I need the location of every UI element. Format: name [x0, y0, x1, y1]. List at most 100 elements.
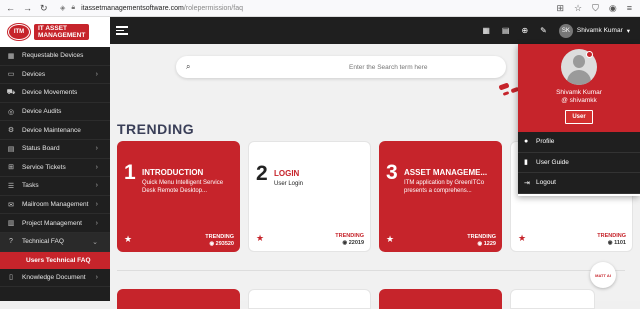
trending-label: TRENDING: [205, 234, 234, 240]
trending-label: TRENDING: [597, 233, 626, 239]
dropdown-item-profile[interactable]: ● Profile: [518, 132, 640, 153]
sidebar-subitem-users-technical-faq[interactable]: Users Technical FAQ: [0, 251, 110, 269]
globe-icon[interactable]: ⊕: [521, 26, 528, 35]
star-icon[interactable]: ★: [518, 233, 526, 244]
top-navbar: ▦ ▤ ⊕ ✎ SK Shivamk Kumar ▾: [110, 17, 640, 44]
chatbot-button[interactable]: MATT AI: [590, 262, 616, 288]
logo-line2: MANAGEMENT: [38, 32, 86, 39]
sidebar-item-knowledge-document[interactable]: ▯ Knowledge Document ›: [0, 269, 110, 288]
trending-label: TRENDING: [467, 234, 496, 240]
user-icon: ●: [524, 138, 529, 146]
sidebar-item-device-maintenance[interactable]: ⚙ Device Maintenance: [0, 121, 110, 140]
reload-icon[interactable]: ↻: [40, 3, 48, 14]
sidebar-item-technical-faq[interactable]: ? Technical FAQ ⌄: [0, 232, 110, 252]
book-icon: ▮: [524, 159, 528, 167]
card-preview[interactable]: [117, 289, 240, 309]
star-icon[interactable]: ☆: [574, 3, 582, 14]
dropdown-item-label: Logout: [536, 179, 556, 187]
sidebar-item-service-tickets[interactable]: ⊞ Service Tickets ›: [0, 159, 110, 178]
sidebar-item-status-board[interactable]: ▤ Status Board ›: [0, 140, 110, 159]
star-icon[interactable]: ★: [256, 233, 264, 244]
faq-card[interactable]: 3 ASSET MANAGEME... ITM application by Gre…: [379, 141, 502, 252]
faq-card[interactable]: 1 INTRODUCTION Quick Menu Intelligent Serv…: [117, 141, 240, 252]
back-icon[interactable]: ←: [6, 3, 15, 14]
doc-icon: ▯: [9, 274, 13, 282]
card-title: INTRODUCTION: [142, 168, 204, 177]
card-preview[interactable]: [379, 289, 502, 309]
menu-icon[interactable]: ≡: [627, 3, 632, 14]
logo-line1: IT ASSET: [38, 25, 68, 32]
shield-icon[interactable]: ⛉: [592, 3, 599, 14]
sidebar-item-mailroom-management[interactable]: ✉ Mailroom Management ›: [0, 196, 110, 215]
view-count: ◉ 1101: [608, 240, 626, 246]
search-bar[interactable]: ⌕: [176, 56, 506, 78]
faq-card[interactable]: 2 LOGIN User Login ★ TRENDING ◉ 22019: [248, 141, 371, 252]
project-icon: ▥: [7, 220, 15, 228]
hamburger-icon[interactable]: [116, 26, 128, 35]
sidebar-item-label: Tasks: [22, 182, 39, 190]
address-bar[interactable]: ◈ 🔒︎ itassetmanagementsoftware.com/rolep…: [60, 4, 556, 12]
sidebar-item-label: Technical FAQ: [22, 238, 64, 246]
sidebar-item-label: Requestable Devices: [22, 52, 84, 60]
dropdown-user-handle: @ shivamkk: [561, 97, 597, 104]
chatbot-label: MATT AI: [595, 272, 611, 278]
url-path: /rolepermission/faq: [183, 4, 243, 12]
card-title: ASSET MANAGEME...: [404, 168, 488, 177]
truck-icon: ⛟: [6, 89, 16, 97]
sidebar-item-devices[interactable]: ▭ Devices ›: [0, 66, 110, 85]
mail-icon: ✉: [8, 201, 14, 209]
dropdown-item-logout[interactable]: ⇥ Logout: [518, 173, 640, 194]
forward-icon[interactable]: →: [23, 3, 32, 14]
role-badge[interactable]: User: [565, 110, 593, 124]
sidebar-item-device-movements[interactable]: ⛟ Device Movements: [0, 84, 110, 103]
user-dropdown: Shivamk Kumar @ shivamkk User ● Profile ▮ U…: [518, 44, 640, 196]
logo[interactable]: ITM IT ASSET MANAGEMENT: [0, 17, 110, 47]
logo-badge: ITM: [8, 24, 30, 40]
avatar: SK: [558, 23, 573, 38]
caret-down-icon: ▾: [626, 27, 630, 35]
sidebar-item-requestable-devices[interactable]: ▦ Requestable Devices: [0, 47, 110, 66]
card-preview[interactable]: [510, 289, 595, 309]
url-domain: itassetmanagementsoftware.com: [81, 4, 184, 12]
calendar-icon[interactable]: ▦: [482, 26, 490, 35]
account-icon[interactable]: ◉: [609, 3, 617, 14]
gears-icon: ⚙: [7, 127, 15, 135]
card-description: Quick Menu Intelligent Service Desk Remo…: [142, 180, 224, 194]
sidebar-item-label: Knowledge Document: [22, 273, 86, 281]
sidebar-item-tasks[interactable]: ☰ Tasks ›: [0, 177, 110, 196]
status-dot-icon: [586, 51, 593, 58]
pin-icon[interactable]: ✎: [540, 26, 547, 35]
dropdown-item-user-guide[interactable]: ▮ User Guide: [518, 153, 640, 173]
view-count-value: 293520: [215, 241, 234, 247]
chevron-right-icon: ›: [95, 163, 98, 171]
grid-icon[interactable]: ⊞: [556, 3, 564, 14]
chevron-right-icon: ›: [95, 219, 98, 227]
dropdown-item-label: Profile: [536, 138, 555, 146]
sidebar-item-device-audits[interactable]: ◎ Device Audits: [0, 103, 110, 122]
dropdown-item-label: User Guide: [536, 158, 569, 166]
sidebar-item-project-management[interactable]: ▥ Project Management ›: [0, 214, 110, 233]
trending-label: TRENDING: [335, 233, 364, 239]
sidebar-item-label: Device Audits: [22, 108, 62, 116]
logout-icon: ⇥: [524, 179, 530, 187]
sidebar-item-label: Device Movements: [22, 89, 78, 97]
sidebar-item-label: Devices: [22, 70, 46, 78]
question-icon: ?: [9, 238, 13, 246]
table-icon[interactable]: ▤: [502, 26, 510, 35]
ticket-icon: ⊞: [8, 164, 14, 172]
star-icon[interactable]: ★: [124, 234, 132, 245]
view-count: ◉ 22019: [342, 240, 364, 246]
card-preview[interactable]: [248, 289, 371, 309]
card-number: 2: [256, 162, 268, 185]
sidebar-item-label: Status Board: [22, 145, 60, 153]
star-icon[interactable]: ★: [386, 234, 394, 245]
monitor-icon: ▭: [7, 71, 15, 79]
user-menu-toggle[interactable]: SK Shivamk Kumar ▾: [558, 23, 630, 38]
shield-icon: ◈: [60, 5, 66, 12]
search-input[interactable]: [270, 63, 506, 71]
search-icon[interactable]: ⌕: [186, 62, 190, 72]
chevron-right-icon: ›: [95, 182, 98, 190]
view-count-value: 1229: [483, 241, 496, 247]
sidebar-item-label: Mailroom Management: [22, 201, 89, 209]
grid-icon: ▦: [7, 52, 15, 60]
